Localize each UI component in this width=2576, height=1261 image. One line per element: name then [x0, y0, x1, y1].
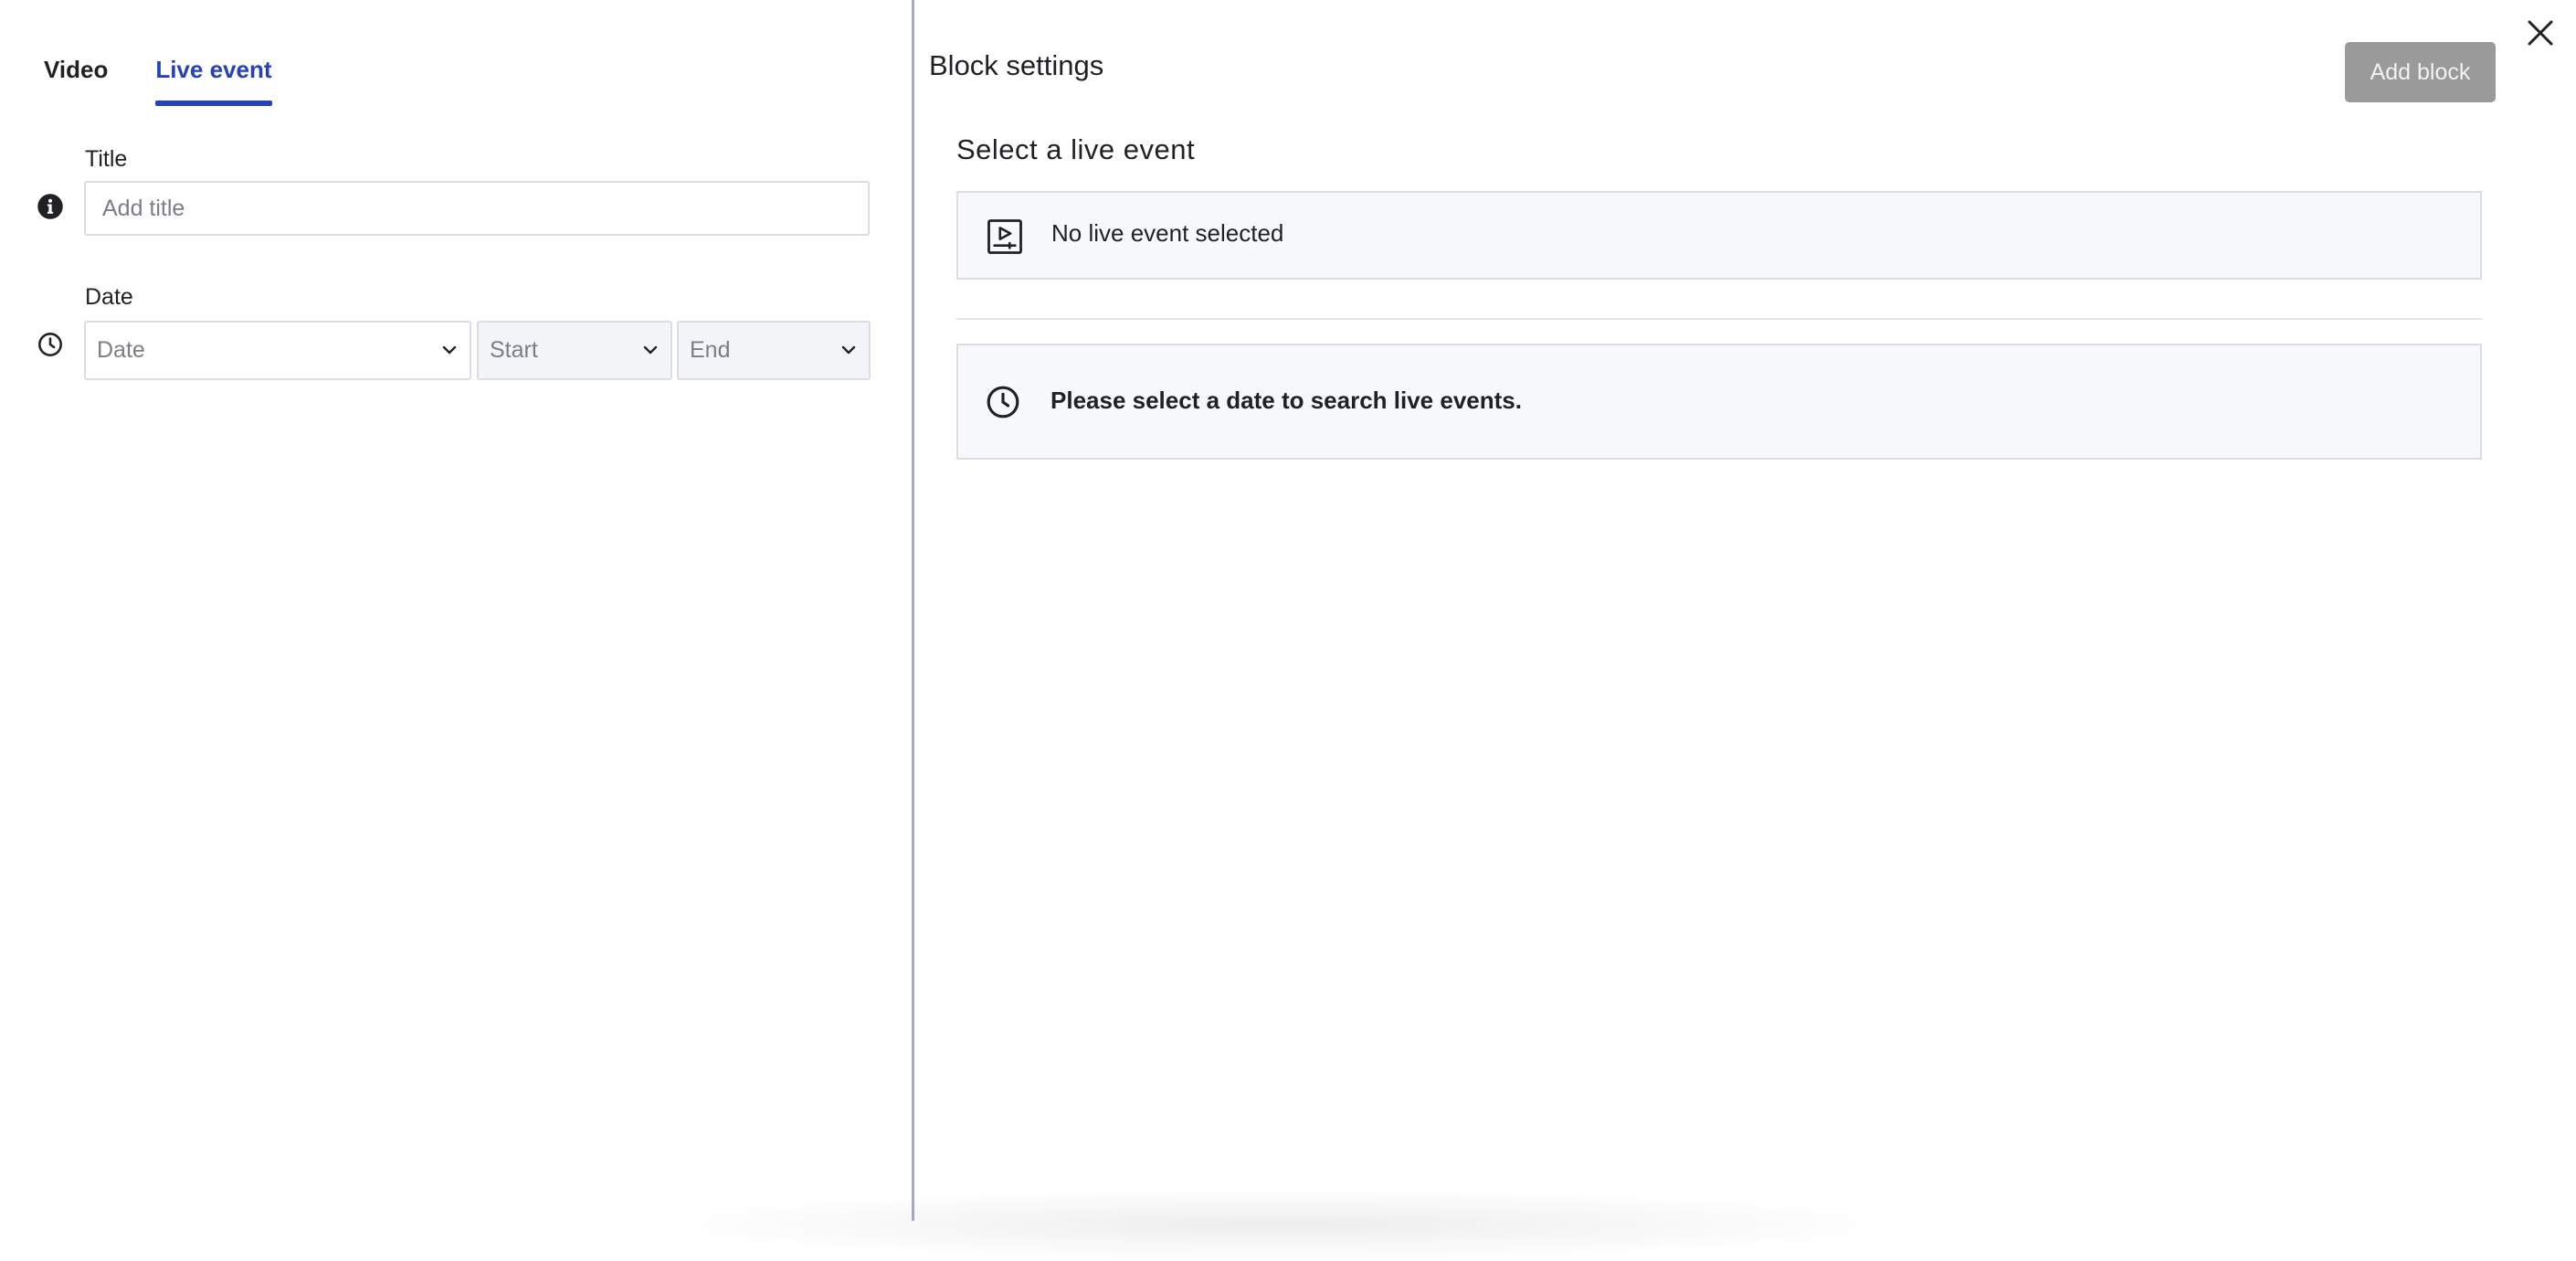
add-block-button[interactable]: Add block: [2345, 42, 2496, 102]
video-play-icon: [987, 219, 1022, 254]
clock-icon: [38, 333, 62, 356]
section-divider: [956, 318, 2482, 320]
panel-title: Block settings: [929, 49, 1104, 81]
no-event-text: No live event selected: [1051, 219, 1284, 247]
date-select[interactable]: Date: [84, 321, 471, 380]
chevron-down-icon: [643, 345, 658, 355]
title-input[interactable]: [84, 181, 870, 236]
tab-bar: Video Live event: [44, 48, 272, 108]
date-label: Date: [85, 284, 133, 310]
close-icon[interactable]: [2524, 16, 2557, 49]
selected-live-event-card[interactable]: No live event selected: [956, 191, 2482, 280]
chevron-down-icon: [841, 345, 856, 355]
info-icon: [37, 194, 63, 219]
start-time-select[interactable]: Start: [477, 321, 672, 380]
section-heading: Select a live event: [956, 133, 1196, 165]
date-notice-card: Please select a date to search live even…: [956, 344, 2482, 460]
end-time-select[interactable]: End: [677, 321, 871, 380]
tab-live-event[interactable]: Live event: [155, 48, 272, 108]
block-settings-panel: Block settings Add block Select a live e…: [914, 0, 2576, 1221]
chevron-down-icon: [442, 345, 457, 355]
clock-icon: [987, 386, 1019, 419]
tab-video[interactable]: Video: [44, 48, 108, 108]
date-notice-text: Please select a date to search live even…: [1050, 387, 1522, 414]
start-select-value: Start: [490, 337, 538, 363]
date-select-value: Date: [97, 337, 145, 363]
end-select-value: End: [690, 337, 731, 363]
title-label: Title: [85, 146, 128, 172]
block-editor-panel: Video Live event Title Date Date Start E…: [0, 0, 912, 1221]
